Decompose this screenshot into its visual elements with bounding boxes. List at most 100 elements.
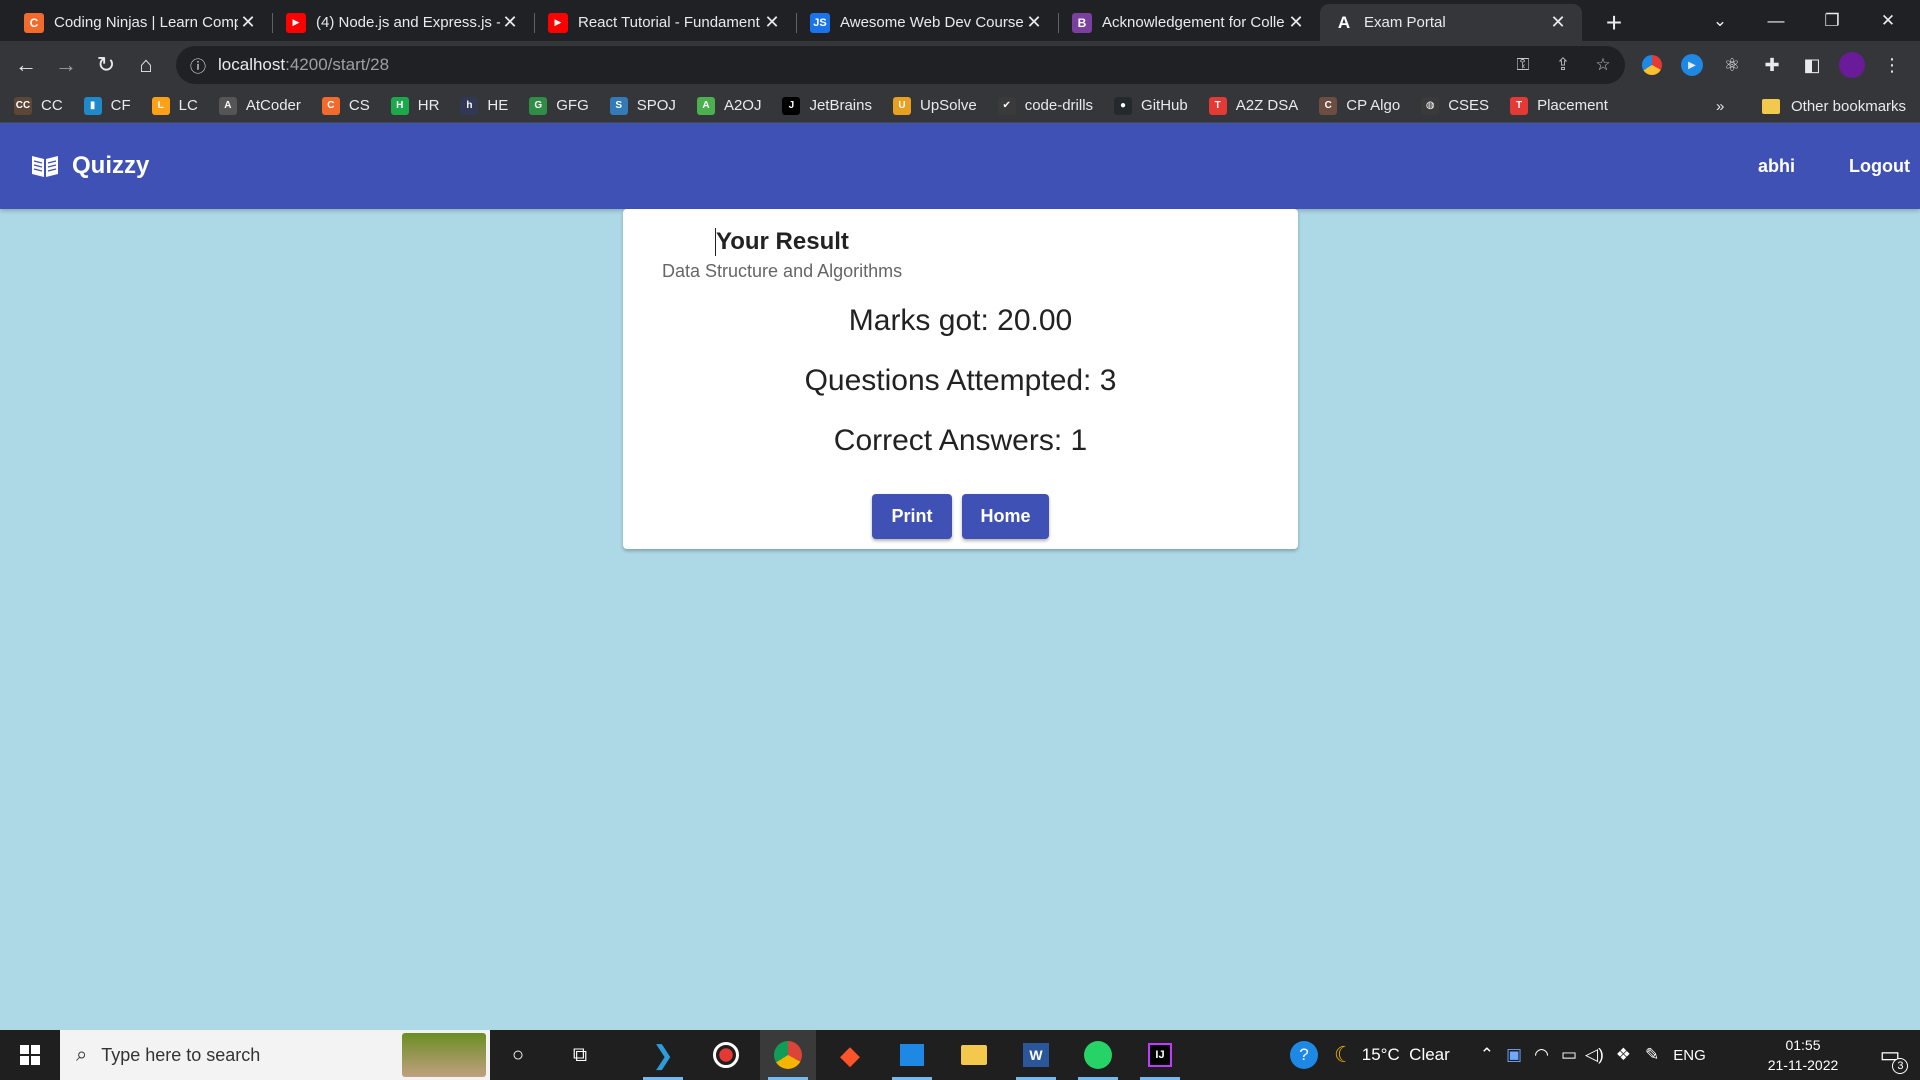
windows-taskbar: ⌕ Type here to search ○ ⧉ ❯ ◆ W IJ ? ☾ 1…: [0, 1030, 1920, 1080]
bookmark-a2oj[interactable]: A A2OJ: [696, 96, 761, 115]
bookmark-code-drills[interactable]: ✔ code-drills: [997, 96, 1093, 115]
extension-color-icon[interactable]: [1637, 50, 1667, 80]
bookmark-he[interactable]: h HE: [460, 96, 508, 115]
share-icon[interactable]: ⇪: [1545, 46, 1581, 84]
github-icon: ●: [1114, 96, 1133, 115]
tab-title: (4) Node.js and Express.js -: [316, 14, 500, 31]
profile-avatar[interactable]: [1837, 50, 1867, 80]
reload-icon[interactable]: ↻: [86, 45, 126, 85]
pen-icon[interactable]: ✎: [1645, 1045, 1659, 1065]
bookmark-cc[interactable]: CC CC: [14, 96, 63, 115]
intellij-tray-icon[interactable]: ▣: [1506, 1045, 1522, 1065]
bookmark-cses[interactable]: ◍ CSES: [1421, 96, 1489, 115]
info-icon[interactable]: ⓘ: [190, 53, 206, 77]
moon-weather-icon: ☾: [1334, 1042, 1354, 1067]
upsolve-icon: U: [892, 96, 911, 115]
home-button[interactable]: Home: [962, 494, 1049, 539]
extensions-puzzle-icon[interactable]: ✚: [1757, 50, 1787, 80]
dropbox-icon[interactable]: ❖: [1616, 1045, 1631, 1065]
battery-icon[interactable]: ▭: [1561, 1045, 1577, 1065]
bookmark-cp-algo[interactable]: C CP Algo: [1319, 96, 1400, 115]
clock[interactable]: 01:55 21-11-2022: [1758, 1030, 1848, 1080]
language-indicator[interactable]: ENG: [1673, 1047, 1706, 1064]
logout-link[interactable]: Logout: [1849, 123, 1910, 209]
browser-tab[interactable]: ▶ React Tutorial - Fundament ✕: [534, 4, 796, 41]
questions-attempted: Questions Attempted: 3: [804, 364, 1117, 397]
restore-button[interactable]: ❐: [1804, 0, 1860, 41]
bookmarks-bar: CC CC ▮ CF L LC A AtCoder C CS H HR h HE G GFG S SPOJ A A2O…: [0, 89, 1920, 123]
side-panel-icon[interactable]: ◧: [1797, 50, 1827, 80]
forward-icon[interactable]: →: [46, 45, 86, 85]
bookmark-placement[interactable]: T Placement: [1510, 96, 1608, 115]
brand[interactable]: Quizzy: [30, 123, 149, 209]
close-tab-icon[interactable]: ✕: [762, 12, 782, 33]
bookmark-atcoder[interactable]: A AtCoder: [218, 96, 301, 115]
tab-search-icon[interactable]: ⌄: [1692, 0, 1748, 41]
windows-start-button[interactable]: [0, 1030, 60, 1080]
angular-icon: A: [1334, 12, 1354, 33]
close-tab-icon[interactable]: ✕: [1548, 12, 1568, 33]
weather-text[interactable]: 15°C Clear: [1362, 1045, 1450, 1065]
browser-tab[interactable]: ▶ (4) Node.js and Express.js - ✕: [272, 4, 534, 41]
minimize-button[interactable]: —: [1748, 0, 1804, 41]
bookmark-spoj[interactable]: S SPOJ: [609, 96, 676, 115]
help-icon[interactable]: ?: [1290, 1041, 1318, 1069]
word-icon[interactable]: W: [1008, 1030, 1064, 1080]
bookmark-github[interactable]: ● GitHub: [1114, 96, 1188, 115]
bookmark-label: CF: [110, 97, 131, 114]
browser-tab-active[interactable]: A Exam Portal ✕: [1320, 4, 1582, 41]
bookmark-cf[interactable]: ▮ CF: [83, 96, 131, 115]
key-icon[interactable]: ⚿: [1505, 46, 1541, 84]
notification-center-icon[interactable]: ▭ 3: [1865, 1030, 1915, 1080]
browser-tab[interactable]: B Acknowledgement for Colle ✕: [1058, 4, 1320, 41]
close-tab-icon[interactable]: ✕: [1286, 12, 1306, 33]
react-devtools-icon[interactable]: ⚛: [1717, 50, 1747, 80]
vscode-icon[interactable]: ❯: [635, 1030, 691, 1080]
bookmarks-overflow-button[interactable]: »: [1716, 89, 1724, 123]
home-icon[interactable]: ⌂: [126, 45, 166, 85]
checkmark-icon: ✔: [997, 96, 1016, 115]
volume-icon[interactable]: ◁): [1585, 1045, 1604, 1065]
wifi-icon[interactable]: ◠: [1534, 1045, 1549, 1065]
address-bar[interactable]: ⓘ localhost:4200/start/28 ⚿ ⇪ ☆: [176, 46, 1625, 84]
bookmark-label: HR: [417, 97, 440, 114]
close-tab-icon[interactable]: ✕: [238, 12, 258, 33]
bookmark-jetbrains[interactable]: J JetBrains: [782, 96, 872, 115]
bookmark-cs[interactable]: C CS: [321, 96, 370, 115]
print-button[interactable]: Print: [872, 494, 952, 539]
globe-icon: ◍: [1421, 96, 1440, 115]
back-icon[interactable]: ←: [6, 45, 46, 85]
cortana-icon[interactable]: ○: [490, 1030, 546, 1080]
bookmark-upsolve[interactable]: U UpSolve: [892, 96, 977, 115]
user-link[interactable]: abhi: [1758, 123, 1795, 209]
store-icon[interactable]: [884, 1030, 940, 1080]
browser-tab[interactable]: JS Awesome Web Dev Course ✕: [796, 4, 1058, 41]
whatsapp-icon[interactable]: [1070, 1030, 1126, 1080]
bookmark-gfg[interactable]: G GFG: [529, 96, 589, 115]
task-view-icon[interactable]: ⧉: [552, 1030, 608, 1080]
chevron-up-icon[interactable]: ⌃: [1480, 1045, 1494, 1065]
close-tab-icon[interactable]: ✕: [1024, 12, 1044, 33]
extension-play-icon[interactable]: ▶: [1677, 50, 1707, 80]
tuf-icon: T: [1208, 96, 1227, 115]
taskbar-search-box[interactable]: ⌕ Type here to search: [60, 1030, 490, 1080]
brave-icon[interactable]: ◆: [822, 1030, 878, 1080]
bookmark-a2z-dsa[interactable]: T A2Z DSA: [1208, 96, 1298, 115]
close-window-button[interactable]: ✕: [1860, 0, 1916, 41]
browser-tab[interactable]: C Coding Ninjas | Learn Comp ✕: [10, 4, 272, 41]
chrome-icon[interactable]: [760, 1030, 816, 1080]
codechef-icon: CC: [14, 96, 32, 115]
close-tab-icon[interactable]: ✕: [500, 12, 520, 33]
cp-algo-icon: C: [1319, 96, 1338, 115]
bookmark-hr[interactable]: H HR: [390, 96, 440, 115]
marks-got: Marks got: 20.00: [848, 304, 1073, 337]
intellij-icon[interactable]: IJ: [1132, 1030, 1188, 1080]
search-highlight-icon: [402, 1033, 486, 1077]
record-icon[interactable]: [698, 1030, 754, 1080]
new-tab-button[interactable]: +: [1594, 4, 1634, 41]
bookmark-star-icon[interactable]: ☆: [1585, 46, 1621, 84]
other-bookmarks[interactable]: Other bookmarks: [1762, 89, 1906, 123]
bookmark-lc[interactable]: L LC: [151, 96, 198, 115]
file-explorer-icon[interactable]: [946, 1030, 1002, 1080]
menu-kebab-icon[interactable]: ⋮: [1877, 50, 1907, 80]
